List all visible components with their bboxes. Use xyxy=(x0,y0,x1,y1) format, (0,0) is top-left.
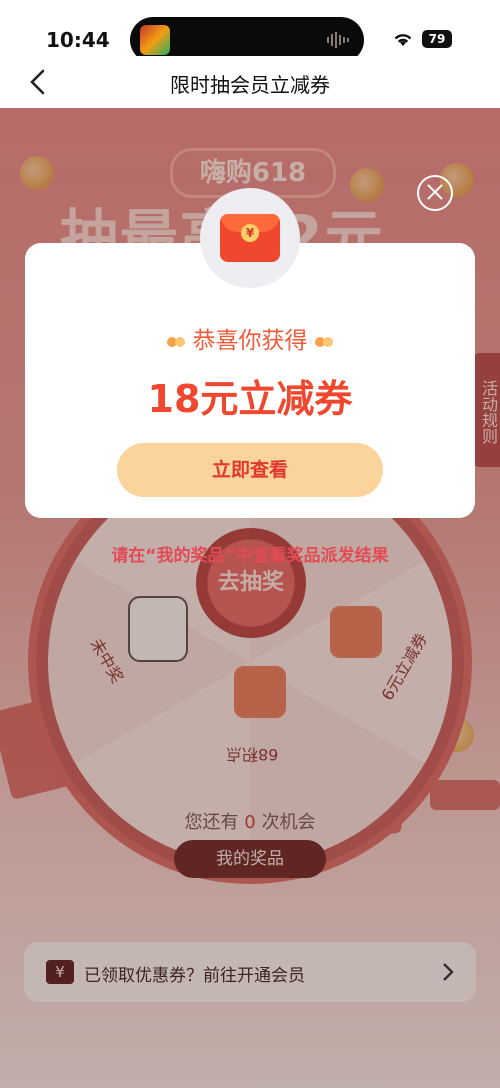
close-icon[interactable] xyxy=(417,175,453,211)
decoration-dots-icon xyxy=(167,336,186,348)
red-envelope-badge: ¥ xyxy=(200,188,300,288)
prize-name: 18元立减券 xyxy=(147,377,353,421)
congrats-label: 恭喜你获得 xyxy=(192,328,308,354)
battery-icon: 79 xyxy=(422,30,452,48)
view-now-button[interactable]: 立即查看 xyxy=(117,443,383,497)
status-bar: 10:44 79 xyxy=(0,0,500,63)
decoration-dots-icon xyxy=(314,336,333,348)
congrats-text: 恭喜你获得 xyxy=(25,321,475,355)
red-envelope-icon: ¥ xyxy=(220,214,280,262)
page-title: 限时抽会员立减券 xyxy=(170,73,330,97)
status-time: 10:44 xyxy=(46,28,110,52)
now-playing-artwork-icon xyxy=(140,25,170,55)
audio-wave-icon xyxy=(327,32,349,48)
yen-seal-icon: ¥ xyxy=(241,224,259,242)
wifi-icon xyxy=(394,34,412,46)
prize-notice: 请在“我的奖品”中查看奖品派发结果 xyxy=(111,546,389,566)
nav-bar: 限时抽会员立减券 xyxy=(0,56,500,108)
